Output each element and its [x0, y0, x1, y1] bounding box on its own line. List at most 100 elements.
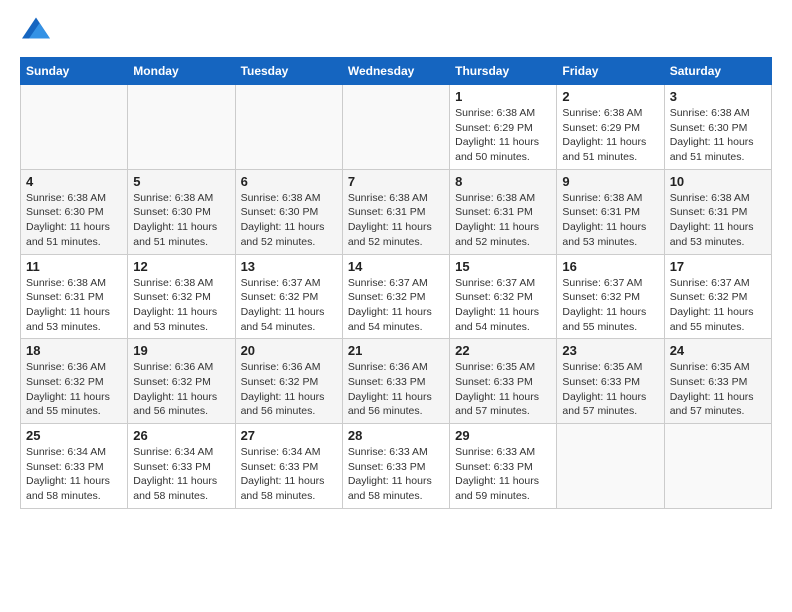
calendar-cell: 28 Sunrise: 6:33 AM Sunset: 6:33 PM Dayli… [342, 424, 449, 509]
calendar-week-4: 18Sunrise: 6:36 AM Sunset: 6:32 PM Dayli… [21, 339, 772, 424]
day-detail: Sunrise: 6:37 AM Sunset: 6:32 PM Dayligh… [241, 276, 337, 335]
day-number: 7 [348, 174, 444, 189]
day-number: 21 [348, 343, 444, 358]
logo-icon [22, 14, 50, 42]
calendar-cell: 1 Sunrise: 6:38 AM Sunset: 6:29 PM Daylig… [450, 85, 557, 170]
day-detail: Sunrise: 6:38 AM Sunset: 6:31 PM Dayligh… [348, 191, 444, 250]
calendar-cell: 3 Sunrise: 6:38 AM Sunset: 6:30 PM Daylig… [664, 85, 771, 170]
calendar-cell: 18Sunrise: 6:36 AM Sunset: 6:32 PM Dayli… [21, 339, 128, 424]
calendar-cell: 7 Sunrise: 6:38 AM Sunset: 6:31 PM Daylig… [342, 169, 449, 254]
day-number: 28 [348, 428, 444, 443]
day-number: 2 [562, 89, 658, 104]
calendar-cell: 2 Sunrise: 6:38 AM Sunset: 6:29 PM Daylig… [557, 85, 664, 170]
col-header-tuesday: Tuesday [235, 58, 342, 85]
calendar-cell: 23Sunrise: 6:35 AM Sunset: 6:33 PM Dayli… [557, 339, 664, 424]
calendar-cell: 6Sunrise: 6:38 AM Sunset: 6:30 PM Daylig… [235, 169, 342, 254]
calendar-cell: 22Sunrise: 6:35 AM Sunset: 6:33 PM Dayli… [450, 339, 557, 424]
day-number: 14 [348, 259, 444, 274]
day-number: 27 [241, 428, 337, 443]
calendar-cell: 19 Sunrise: 6:36 AM Sunset: 6:32 PM Dayli… [128, 339, 235, 424]
day-detail: Sunrise: 6:33 AM Sunset: 6:33 PM Dayligh… [455, 445, 551, 504]
col-header-thursday: Thursday [450, 58, 557, 85]
day-detail: Sunrise: 6:38 AM Sunset: 6:31 PM Dayligh… [670, 191, 766, 250]
day-number: 17 [670, 259, 766, 274]
calendar-cell: 5 Sunrise: 6:38 AM Sunset: 6:30 PM Daylig… [128, 169, 235, 254]
day-number: 15 [455, 259, 551, 274]
day-detail: Sunrise: 6:37 AM Sunset: 6:32 PM Dayligh… [562, 276, 658, 335]
day-detail: Sunrise: 6:36 AM Sunset: 6:32 PM Dayligh… [26, 360, 122, 419]
day-number: 4 [26, 174, 122, 189]
day-number: 12 [133, 259, 229, 274]
calendar-cell: 21Sunrise: 6:36 AM Sunset: 6:33 PM Dayli… [342, 339, 449, 424]
day-detail: Sunrise: 6:38 AM Sunset: 6:31 PM Dayligh… [455, 191, 551, 250]
logo [20, 16, 50, 47]
day-number: 25 [26, 428, 122, 443]
col-header-saturday: Saturday [664, 58, 771, 85]
day-detail: Sunrise: 6:35 AM Sunset: 6:33 PM Dayligh… [670, 360, 766, 419]
day-number: 29 [455, 428, 551, 443]
calendar-cell: 10 Sunrise: 6:38 AM Sunset: 6:31 PM Dayli… [664, 169, 771, 254]
calendar-cell: 17 Sunrise: 6:37 AM Sunset: 6:32 PM Dayli… [664, 254, 771, 339]
calendar-cell: 4 Sunrise: 6:38 AM Sunset: 6:30 PM Daylig… [21, 169, 128, 254]
day-number: 24 [670, 343, 766, 358]
calendar-cell: 11Sunrise: 6:38 AM Sunset: 6:31 PM Dayli… [21, 254, 128, 339]
day-detail: Sunrise: 6:35 AM Sunset: 6:33 PM Dayligh… [562, 360, 658, 419]
calendar-table: SundayMondayTuesdayWednesdayThursdayFrid… [20, 57, 772, 509]
calendar-week-2: 4 Sunrise: 6:38 AM Sunset: 6:30 PM Daylig… [21, 169, 772, 254]
col-header-friday: Friday [557, 58, 664, 85]
day-number: 3 [670, 89, 766, 104]
day-detail: Sunrise: 6:37 AM Sunset: 6:32 PM Dayligh… [670, 276, 766, 335]
calendar-cell: 29 Sunrise: 6:33 AM Sunset: 6:33 PM Dayli… [450, 424, 557, 509]
day-number: 20 [241, 343, 337, 358]
day-detail: Sunrise: 6:38 AM Sunset: 6:29 PM Dayligh… [562, 106, 658, 165]
calendar-cell: 20 Sunrise: 6:36 AM Sunset: 6:32 PM Dayli… [235, 339, 342, 424]
day-detail: Sunrise: 6:38 AM Sunset: 6:32 PM Dayligh… [133, 276, 229, 335]
calendar-cell: 13 Sunrise: 6:37 AM Sunset: 6:32 PM Dayli… [235, 254, 342, 339]
calendar-cell [128, 85, 235, 170]
day-number: 11 [26, 259, 122, 274]
calendar-cell: 26Sunrise: 6:34 AM Sunset: 6:33 PM Dayli… [128, 424, 235, 509]
calendar-cell: 12 Sunrise: 6:38 AM Sunset: 6:32 PM Dayli… [128, 254, 235, 339]
header [20, 16, 772, 47]
day-number: 19 [133, 343, 229, 358]
day-detail: Sunrise: 6:36 AM Sunset: 6:32 PM Dayligh… [133, 360, 229, 419]
calendar-cell: 25 Sunrise: 6:34 AM Sunset: 6:33 PM Dayli… [21, 424, 128, 509]
day-detail: Sunrise: 6:36 AM Sunset: 6:32 PM Dayligh… [241, 360, 337, 419]
day-number: 13 [241, 259, 337, 274]
calendar-week-3: 11Sunrise: 6:38 AM Sunset: 6:31 PM Dayli… [21, 254, 772, 339]
day-detail: Sunrise: 6:38 AM Sunset: 6:30 PM Dayligh… [26, 191, 122, 250]
day-number: 26 [133, 428, 229, 443]
day-detail: Sunrise: 6:38 AM Sunset: 6:30 PM Dayligh… [133, 191, 229, 250]
day-number: 5 [133, 174, 229, 189]
col-header-wednesday: Wednesday [342, 58, 449, 85]
day-detail: Sunrise: 6:34 AM Sunset: 6:33 PM Dayligh… [241, 445, 337, 504]
day-number: 8 [455, 174, 551, 189]
page: SundayMondayTuesdayWednesdayThursdayFrid… [0, 0, 792, 519]
calendar-cell [557, 424, 664, 509]
calendar-cell [21, 85, 128, 170]
day-detail: Sunrise: 6:33 AM Sunset: 6:33 PM Dayligh… [348, 445, 444, 504]
day-detail: Sunrise: 6:34 AM Sunset: 6:33 PM Dayligh… [26, 445, 122, 504]
calendar-week-5: 25 Sunrise: 6:34 AM Sunset: 6:33 PM Dayli… [21, 424, 772, 509]
day-number: 1 [455, 89, 551, 104]
day-detail: Sunrise: 6:38 AM Sunset: 6:30 PM Dayligh… [670, 106, 766, 165]
day-detail: Sunrise: 6:38 AM Sunset: 6:30 PM Dayligh… [241, 191, 337, 250]
calendar-cell: 24 Sunrise: 6:35 AM Sunset: 6:33 PM Dayli… [664, 339, 771, 424]
col-header-monday: Monday [128, 58, 235, 85]
calendar-cell: 15Sunrise: 6:37 AM Sunset: 6:32 PM Dayli… [450, 254, 557, 339]
calendar-cell [235, 85, 342, 170]
day-detail: Sunrise: 6:38 AM Sunset: 6:29 PM Dayligh… [455, 106, 551, 165]
day-number: 16 [562, 259, 658, 274]
day-number: 10 [670, 174, 766, 189]
calendar-cell [342, 85, 449, 170]
day-number: 9 [562, 174, 658, 189]
calendar-cell: 14Sunrise: 6:37 AM Sunset: 6:32 PM Dayli… [342, 254, 449, 339]
calendar-cell: 9Sunrise: 6:38 AM Sunset: 6:31 PM Daylig… [557, 169, 664, 254]
calendar-week-1: 1 Sunrise: 6:38 AM Sunset: 6:29 PM Daylig… [21, 85, 772, 170]
calendar-cell: 27 Sunrise: 6:34 AM Sunset: 6:33 PM Dayli… [235, 424, 342, 509]
day-number: 22 [455, 343, 551, 358]
calendar-cell: 16 Sunrise: 6:37 AM Sunset: 6:32 PM Dayli… [557, 254, 664, 339]
calendar-cell [664, 424, 771, 509]
calendar-cell: 8 Sunrise: 6:38 AM Sunset: 6:31 PM Daylig… [450, 169, 557, 254]
calendar-header-row: SundayMondayTuesdayWednesdayThursdayFrid… [21, 58, 772, 85]
